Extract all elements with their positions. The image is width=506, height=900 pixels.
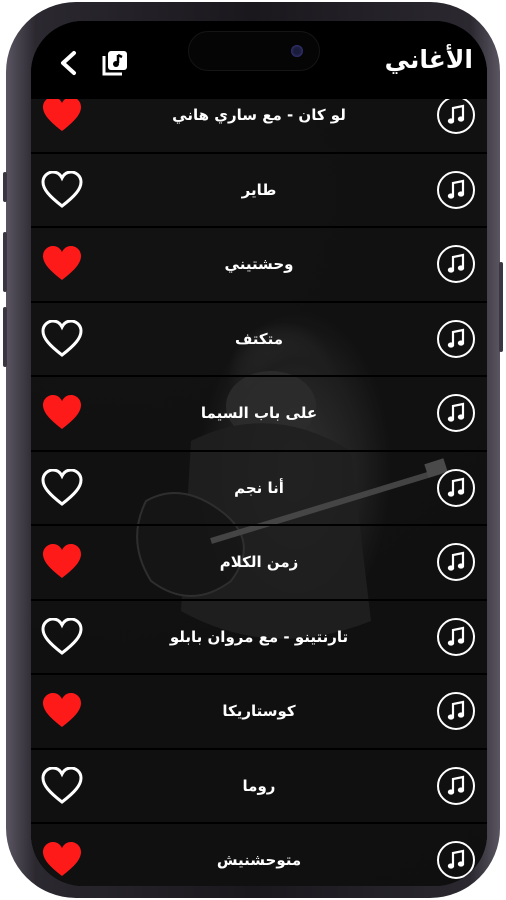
heart-icon[interactable] bbox=[41, 170, 83, 209]
heart-icon[interactable] bbox=[41, 245, 83, 283]
play-song-button[interactable] bbox=[437, 170, 475, 209]
song-title: أنا نجم bbox=[234, 478, 284, 497]
music-note-icon bbox=[447, 700, 465, 720]
volume-down-button bbox=[3, 307, 7, 367]
music-note-icon bbox=[447, 328, 465, 348]
song-row[interactable]: على باب السيما bbox=[31, 377, 487, 452]
playlist-button[interactable] bbox=[101, 49, 129, 77]
play-song-button[interactable] bbox=[437, 617, 475, 656]
song-title: على باب السيما bbox=[200, 404, 318, 423]
play-song-button[interactable] bbox=[437, 543, 475, 582]
song-row[interactable]: كوستاريكا bbox=[31, 675, 487, 750]
song-title: لو كان - مع ساري هاني bbox=[172, 106, 346, 125]
heart-icon[interactable] bbox=[41, 319, 83, 358]
heart-icon[interactable] bbox=[41, 766, 83, 805]
music-note-icon bbox=[447, 626, 465, 646]
play-song-button[interactable] bbox=[437, 319, 475, 358]
heart-icon[interactable] bbox=[41, 617, 83, 656]
song-row[interactable]: تارنتينو - مع مروان بابلو bbox=[31, 600, 487, 675]
music-note-icon bbox=[447, 775, 465, 795]
song-title: وحشتيني bbox=[224, 255, 294, 274]
music-note-icon bbox=[447, 253, 465, 273]
music-note-icon bbox=[447, 551, 465, 571]
song-row[interactable]: زمن الكلام bbox=[31, 526, 487, 601]
music-note-icon bbox=[447, 402, 465, 422]
song-title: متوحشنيش bbox=[216, 851, 302, 870]
song-row[interactable]: وحشتيني bbox=[31, 228, 487, 303]
play-song-button[interactable] bbox=[437, 394, 475, 433]
power-button bbox=[499, 262, 503, 352]
song-title: طاير bbox=[241, 180, 277, 199]
song-title: تارنتينو - مع مروان بابلو bbox=[169, 627, 349, 646]
song-list: لو كان - مع ساري هاني طاير وحشتيني متكتف على… bbox=[31, 79, 487, 886]
song-row[interactable]: أنا نجم bbox=[31, 451, 487, 526]
volume-up-button bbox=[3, 232, 7, 292]
heart-icon[interactable] bbox=[41, 96, 83, 134]
play-song-button[interactable] bbox=[437, 692, 475, 731]
play-song-button[interactable] bbox=[437, 96, 475, 135]
play-song-button[interactable] bbox=[437, 245, 475, 284]
front-camera bbox=[291, 45, 303, 57]
music-note-icon bbox=[447, 477, 465, 497]
screen: الأغاني لو كان - مع ساري هاني طاير وحشتيني… bbox=[31, 21, 487, 886]
music-note-icon bbox=[447, 104, 465, 124]
song-title: روما bbox=[242, 776, 276, 795]
song-row[interactable]: طاير bbox=[31, 153, 487, 228]
song-row[interactable]: متكتف bbox=[31, 302, 487, 377]
chevron-left-icon bbox=[61, 51, 76, 75]
song-row[interactable]: متوحشنيش bbox=[31, 824, 487, 886]
playlist-icon bbox=[102, 51, 127, 76]
play-song-button[interactable] bbox=[437, 468, 475, 507]
song-title: زمن الكلام bbox=[219, 553, 299, 572]
page-title: الأغاني bbox=[384, 45, 473, 74]
heart-icon[interactable] bbox=[41, 394, 83, 432]
heart-icon[interactable] bbox=[41, 841, 83, 879]
dynamic-island bbox=[188, 31, 320, 71]
play-song-button[interactable] bbox=[437, 841, 475, 880]
heart-icon[interactable] bbox=[41, 543, 83, 581]
song-title: متكتف bbox=[234, 329, 284, 348]
play-song-button[interactable] bbox=[437, 766, 475, 805]
music-note-icon bbox=[447, 849, 465, 869]
song-row[interactable]: روما bbox=[31, 749, 487, 824]
song-title: كوستاريكا bbox=[222, 702, 296, 721]
phone-frame: الأغاني لو كان - مع ساري هاني طاير وحشتيني… bbox=[3, 2, 503, 898]
music-note-icon bbox=[447, 179, 465, 199]
heart-icon[interactable] bbox=[41, 468, 83, 507]
mute-switch bbox=[3, 172, 7, 202]
back-button[interactable] bbox=[53, 47, 85, 79]
heart-icon[interactable] bbox=[41, 692, 83, 730]
